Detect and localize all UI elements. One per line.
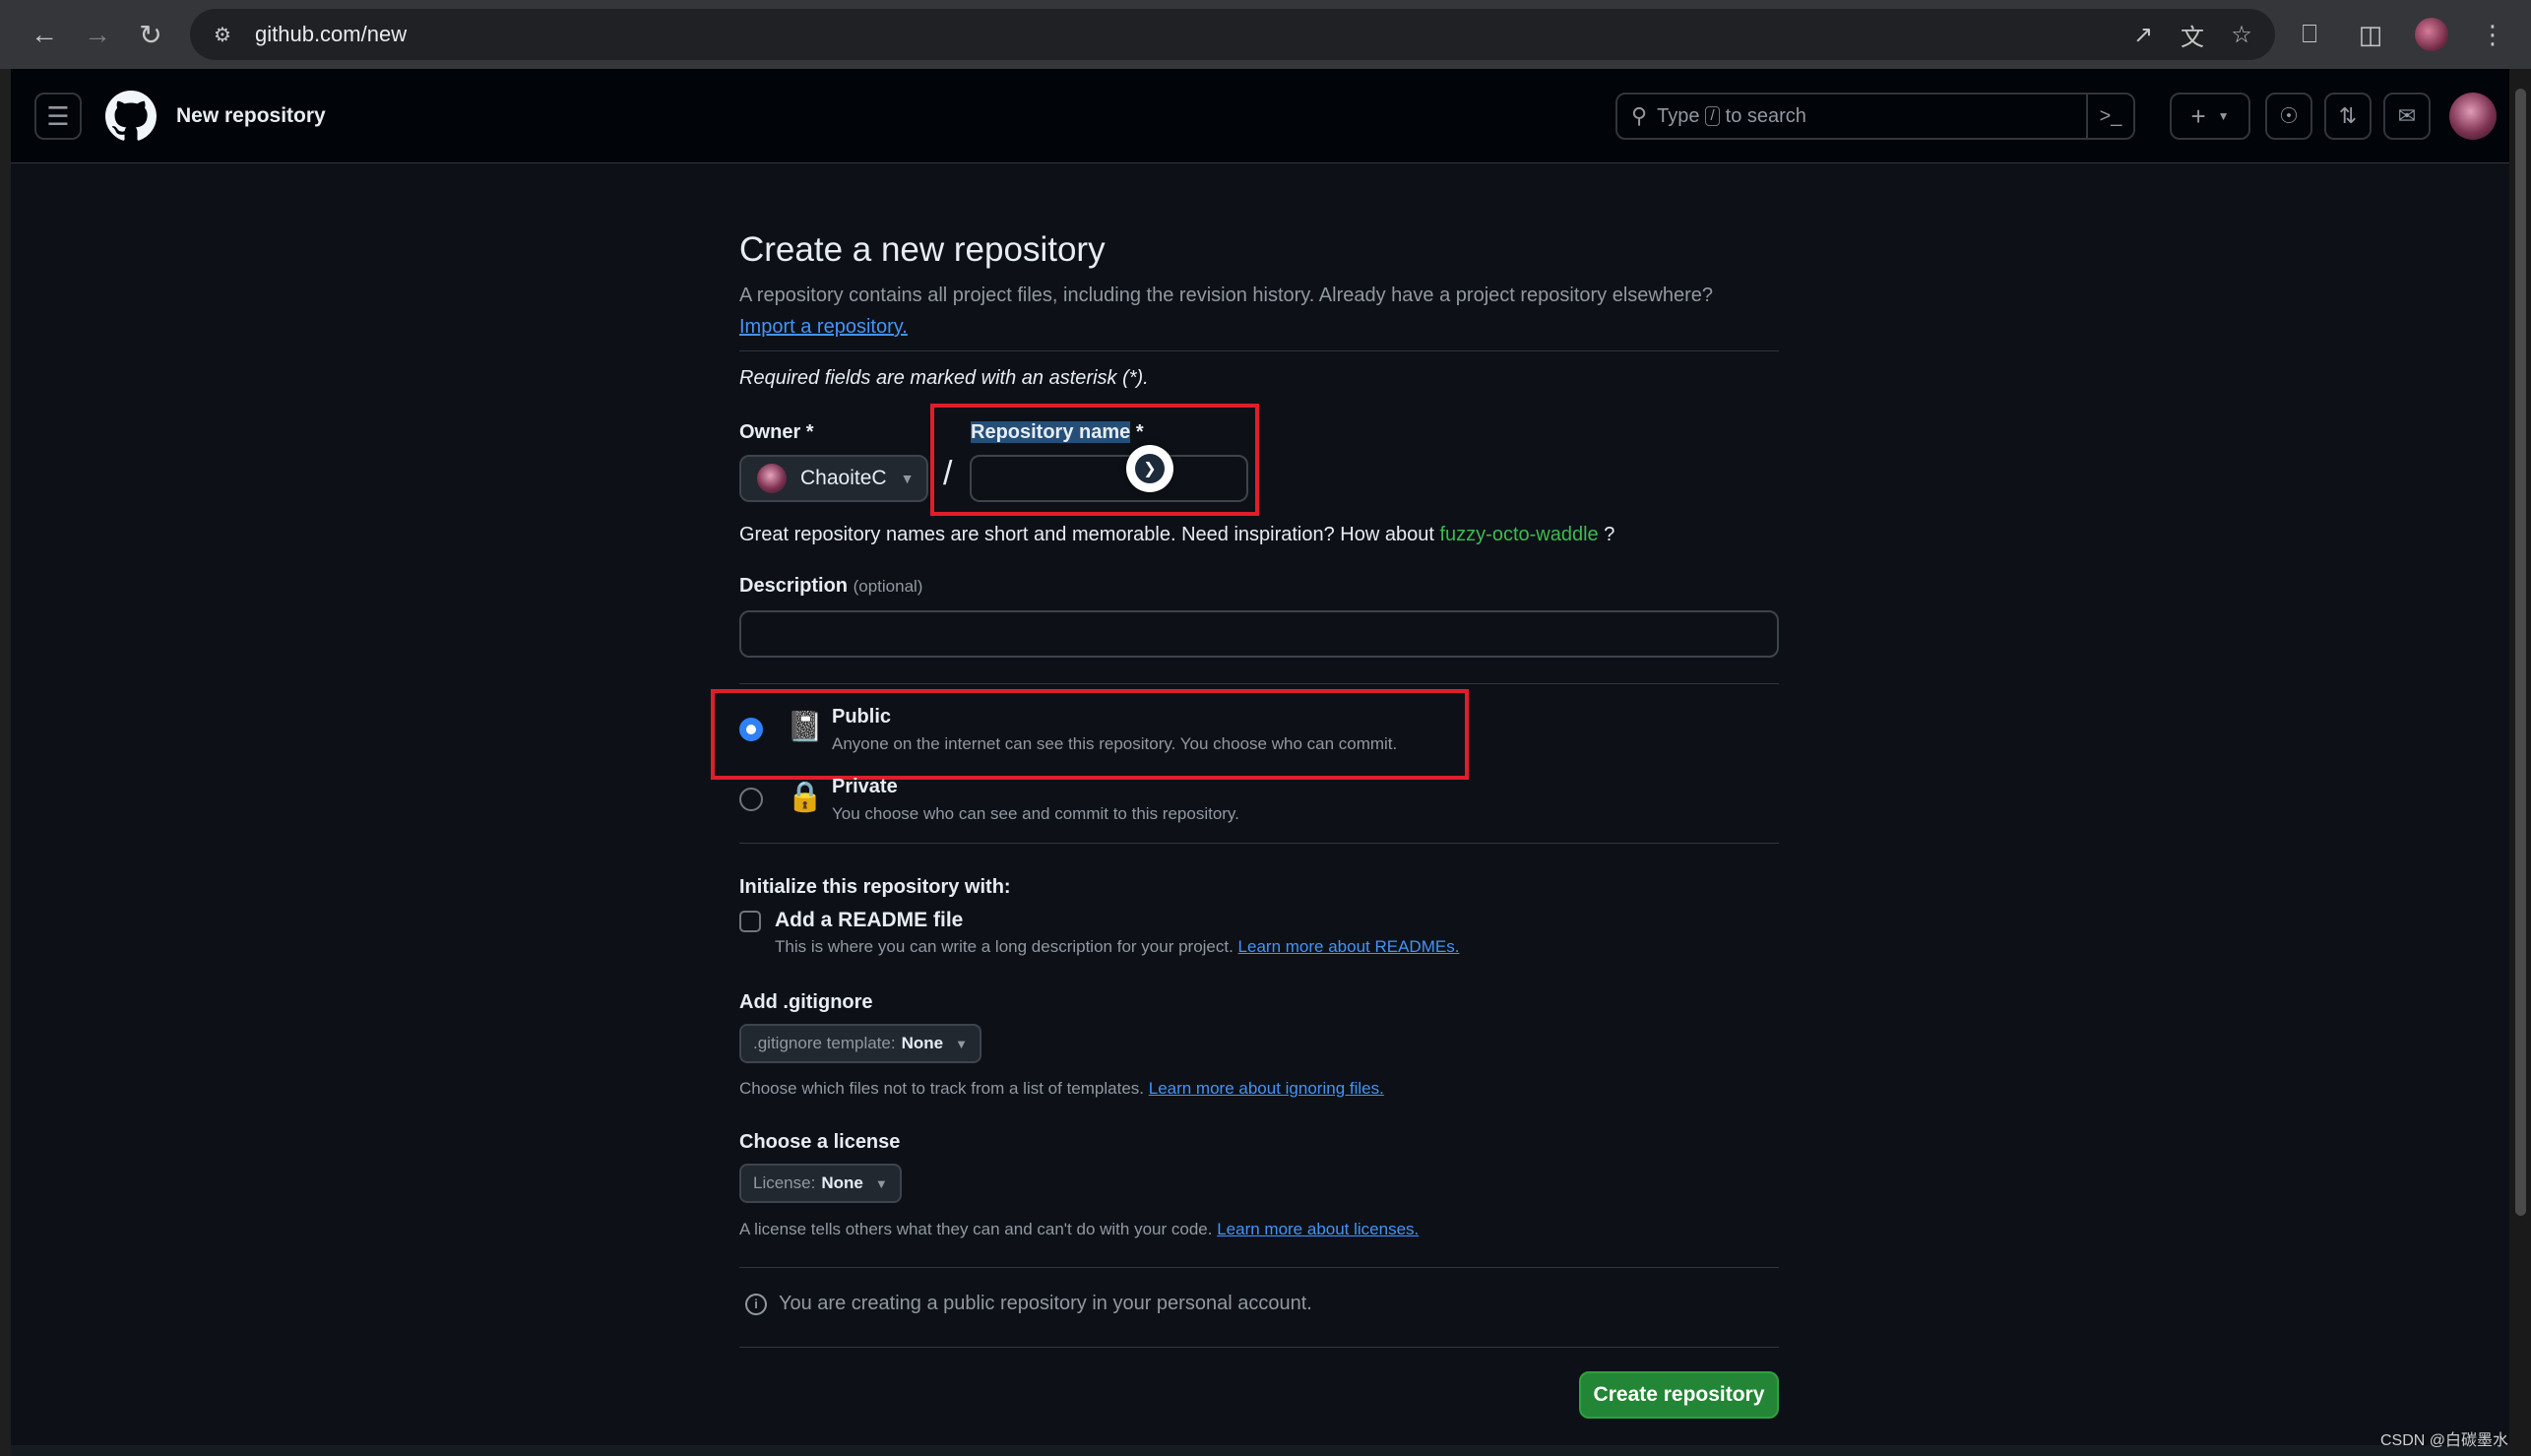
description-input[interactable] [739, 610, 1779, 658]
suggested-name-link[interactable]: fuzzy-octo-waddle [1439, 524, 1598, 545]
left-edge-strip [0, 69, 11, 1456]
divider [739, 843, 1779, 844]
divider [739, 1267, 1779, 1268]
name-suggestion: Great repository names are short and mem… [739, 524, 1614, 546]
divider [739, 350, 1779, 351]
divider [739, 1347, 1779, 1348]
gitignore-learn-more-link[interactable]: Learn more about ignoring files. [1149, 1079, 1384, 1098]
create-repository-button[interactable]: Create repository [1579, 1371, 1779, 1419]
side-panel-icon[interactable]: ◫ [2345, 9, 2396, 60]
highlight-box-public [711, 689, 1469, 780]
page-subtitle: A repository contains all project files,… [739, 280, 1783, 343]
license-select-value: None [821, 1173, 863, 1192]
hamburger-icon[interactable]: ☰ [34, 93, 82, 140]
search-placeholder-prefix: Type [1657, 104, 1700, 127]
owner-select[interactable]: ChaoiteC ▼ [739, 455, 928, 502]
gitignore-template-select[interactable]: .gitignore template: None ▼ [739, 1024, 981, 1063]
chevron-down-icon: ▼ [874, 1175, 888, 1191]
license-note: A license tells others what they can and… [739, 1220, 1419, 1239]
owner-value: ChaoiteC [800, 467, 887, 489]
owner-label: Owner * [739, 421, 814, 443]
page-title: Create a new repository [739, 230, 1106, 269]
visibility-private-option[interactable]: 🔒 Private You choose who can see and com… [739, 776, 1239, 824]
user-avatar[interactable] [2449, 93, 2497, 140]
create-new-dropdown[interactable]: + ▼ [2170, 93, 2250, 140]
initialize-label: Initialize this repository with: [739, 876, 1011, 898]
profile-avatar[interactable] [2406, 9, 2457, 60]
description-label: Description (optional) [739, 575, 922, 598]
license-label: Choose a license [739, 1131, 901, 1153]
open-in-app-icon[interactable]: ↗ [2123, 15, 2163, 54]
subtitle-text: A repository contains all project files,… [739, 285, 1714, 306]
gitignore-label: Add .gitignore [739, 991, 873, 1013]
scrollbar-thumb[interactable] [2515, 89, 2526, 1216]
owner-avatar [757, 464, 787, 493]
suggestion-suffix: ? [1598, 524, 1615, 545]
required-fields-note: Required fields are marked with an aster… [739, 367, 1149, 389]
license-select-prefix: License: [753, 1173, 816, 1192]
inbox-icon[interactable]: ✉ [2383, 93, 2431, 140]
import-repository-link[interactable]: Import a repository. [739, 316, 908, 338]
site-info-icon[interactable]: ⚙ [204, 16, 241, 53]
gitignore-select-value: None [901, 1034, 944, 1052]
private-desc: You choose who can see and commit to thi… [832, 804, 1239, 823]
url-text[interactable]: github.com/new [255, 22, 407, 47]
page-scrollbar[interactable] [2509, 69, 2531, 1456]
chevron-down-icon: ▼ [955, 1036, 968, 1051]
search-input[interactable]: ⚲ Type / to search >_ [1615, 93, 2135, 140]
private-title: Private [832, 776, 898, 797]
divider [739, 683, 1779, 684]
issues-icon[interactable]: ☉ [2265, 93, 2312, 140]
address-bar[interactable]: ⚙ github.com/new ↗ 文 ☆ [190, 9, 2275, 60]
info-icon: i [745, 1293, 767, 1315]
gitignore-select-prefix: .gitignore template: [753, 1034, 896, 1052]
readme-learn-more-link[interactable]: Learn more about READMEs. [1238, 937, 1460, 956]
gitignore-note: Choose which files not to track from a l… [739, 1079, 1384, 1099]
translate-icon[interactable]: 文 [2173, 15, 2212, 54]
readme-checkbox[interactable] [739, 911, 761, 932]
readme-desc: This is where you can write a long descr… [775, 937, 1464, 957]
bookmark-star-icon[interactable]: ☆ [2222, 15, 2261, 54]
pull-requests-icon[interactable]: ⇅ [2324, 93, 2372, 140]
readme-option[interactable]: Add a README file [739, 909, 963, 932]
info-text: You are creating a public repository in … [779, 1293, 1312, 1314]
visibility-info: i You are creating a public repository i… [739, 1293, 1312, 1315]
suggestion-prefix: Great repository names are short and mem… [739, 524, 1440, 545]
lock-icon: 🔒 [787, 781, 824, 813]
bottom-band [11, 1445, 2509, 1456]
license-select[interactable]: License: None ▼ [739, 1164, 902, 1203]
browser-toolbar: ← → ↻ ⚙ github.com/new ↗ 文 ☆ ⎕ ◫ ⋮ [0, 0, 2531, 69]
github-logo[interactable] [105, 91, 157, 142]
page-context-title: New repository [176, 104, 326, 127]
chevron-down-icon: ▼ [900, 471, 915, 486]
license-learn-more-link[interactable]: Learn more about licenses. [1217, 1220, 1419, 1238]
forward-icon[interactable]: → [71, 8, 124, 61]
back-icon[interactable]: ← [18, 8, 71, 61]
search-icon: ⚲ [1631, 103, 1648, 128]
menu-kebab-icon[interactable]: ⋮ [2467, 9, 2518, 60]
readme-desc-text: This is where you can write a long descr… [775, 937, 1238, 956]
search-shortcut-key: / [1705, 106, 1720, 126]
gitignore-note-text: Choose which files not to track from a l… [739, 1079, 1149, 1098]
github-header: ☰ New repository ⚲ Type / to search >_ +… [11, 69, 2509, 163]
license-note-text: A license tells others what they can and… [739, 1220, 1218, 1238]
private-radio[interactable] [739, 788, 763, 811]
plus-icon: + [2190, 100, 2206, 131]
watermark: CSDN @白碳墨水 [2380, 1432, 2509, 1449]
highlight-box-repo-name [930, 404, 1259, 516]
description-label-text: Description [739, 575, 849, 597]
readme-title: Add a README file [775, 909, 964, 931]
search-placeholder-suffix: to search [1725, 104, 1806, 127]
command-palette-icon[interactable]: >_ [2086, 93, 2133, 140]
reload-icon[interactable]: ↻ [124, 8, 177, 61]
optional-hint: (optional) [853, 577, 923, 596]
extensions-icon[interactable]: ⎕ [2284, 9, 2335, 60]
chevron-down-icon: ▼ [2217, 109, 2230, 123]
